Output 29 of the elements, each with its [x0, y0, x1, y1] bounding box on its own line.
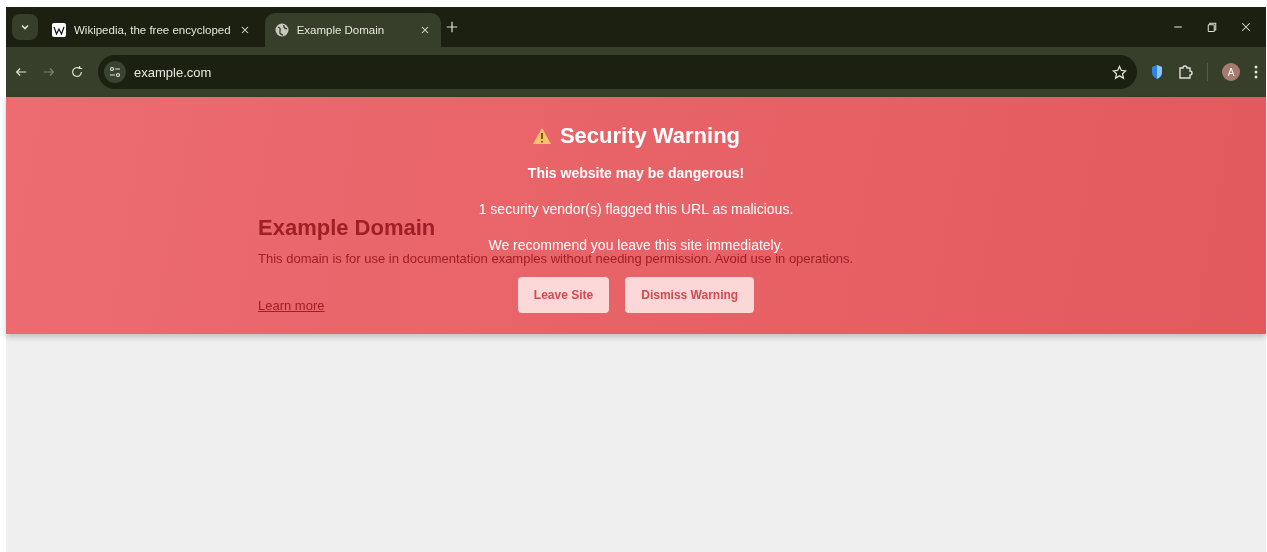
close-icon[interactable] — [1240, 21, 1252, 33]
star-icon[interactable] — [1112, 64, 1127, 80]
restore-icon[interactable] — [1206, 21, 1218, 33]
warning-icon — [531, 127, 552, 145]
warning-action-button[interactable]: Leave Site — [517, 277, 610, 313]
tab-title: Example Domain — [296, 24, 386, 36]
new-tab-icon[interactable] — [444, 20, 459, 34]
forward-icon[interactable] — [42, 65, 56, 79]
page-heading: Example Domain — [258, 215, 436, 241]
learn-more-link[interactable]: Learn more — [258, 298, 325, 313]
browser-tab[interactable]: Example Domain — [264, 13, 441, 47]
warning-action-button[interactable]: Dismiss Warning — [625, 277, 755, 313]
profile-avatar[interactable]: A — [1222, 63, 1240, 81]
warning-title: Security Warning — [559, 123, 741, 149]
globe-icon — [274, 23, 289, 37]
back-icon[interactable] — [14, 65, 28, 79]
menu-icon[interactable] — [1254, 65, 1258, 79]
chevron-down-icon — [20, 22, 30, 32]
tab-search-button[interactable] — [12, 14, 38, 40]
warning-subtitle: This website may be dangerous! — [527, 165, 745, 181]
reload-icon[interactable] — [70, 65, 84, 79]
site-settings-icon[interactable] — [104, 61, 126, 83]
browser-tab[interactable]: Wikipedia, the free encycloped — [42, 13, 261, 47]
wikipedia-icon — [52, 23, 66, 37]
puzzle-icon[interactable] — [1177, 64, 1193, 80]
tab-title: Wikipedia, the free encycloped — [74, 24, 231, 36]
warning-text: We recommend you leave this site immediately. — [488, 237, 784, 253]
warning-text: 1 security vendor(s) flagged this URL as malicious. — [478, 201, 794, 217]
shield-icon[interactable] — [1151, 64, 1163, 80]
